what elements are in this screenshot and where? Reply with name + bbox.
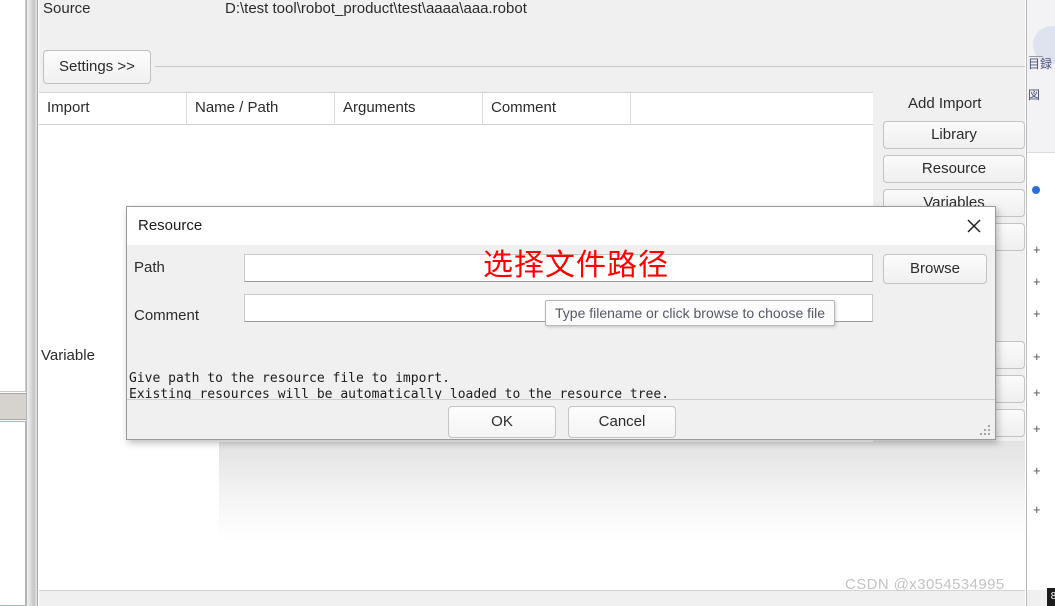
tree-expander-0[interactable]: + <box>1033 243 1041 256</box>
left-dock-tabbar[interactable]: ✕ <box>0 393 26 420</box>
rail-label-1: 目録 <box>1028 57 1053 71</box>
rail-label-2: 図 <box>1028 88 1041 102</box>
source-label: Source <box>43 0 91 17</box>
annotation-select-file-path: 选择文件路径 <box>483 248 669 283</box>
path-input-tooltip: Type filename or click browse to choose … <box>545 300 836 326</box>
column-header-comment[interactable]: Comment <box>483 93 631 125</box>
source-path-value: D:\test tool\robot_product\test\aaaa\aaa… <box>225 0 527 17</box>
variable-section-label: Variable <box>41 347 95 364</box>
settings-toggle-button[interactable]: Settings >> <box>43 50 151 84</box>
app-window: Source D:\test tool\robot_product\test\a… <box>0 0 1055 606</box>
add-import-library-button[interactable]: Library <box>883 121 1025 149</box>
csdn-watermark: CSDN @x3054534995 <box>845 576 1005 593</box>
imports-table-header-row: Import Name / Path Arguments Comment <box>39 93 873 125</box>
tree-expander-3[interactable]: + <box>1033 350 1041 363</box>
add-import-resource-button[interactable]: Resource <box>883 155 1025 183</box>
resize-grip-icon[interactable] <box>980 425 992 437</box>
right-outline-rail: 目録 図 + + + + + + + + 8 <box>1026 0 1055 606</box>
ok-button[interactable]: OK <box>448 406 556 438</box>
browse-button[interactable]: Browse <box>883 254 987 284</box>
dialog-title: Resource <box>138 217 203 234</box>
rail-separator <box>1027 152 1055 153</box>
left-dock-upper <box>0 0 26 392</box>
column-header-arguments[interactable]: Arguments <box>335 93 483 125</box>
editor-gradient-fill <box>219 441 1025 541</box>
tree-expander-5[interactable]: + <box>1033 422 1041 435</box>
close-icon[interactable] <box>961 213 987 239</box>
panel-splitter[interactable] <box>27 0 38 606</box>
tree-expander-2[interactable]: + <box>1033 307 1041 320</box>
column-header-import[interactable]: Import <box>39 93 187 125</box>
tree-expander-6[interactable]: + <box>1033 464 1041 477</box>
settings-divider <box>155 66 1025 67</box>
page-number-badge: 8 <box>1047 588 1055 606</box>
path-field-label: Path <box>134 259 165 276</box>
column-header-name-path[interactable]: Name / Path <box>187 93 335 125</box>
column-header-extra[interactable] <box>631 93 873 125</box>
left-dock-lower <box>0 421 26 606</box>
left-dock-panel: ✕ <box>0 0 27 606</box>
comment-field-label: Comment <box>134 307 200 324</box>
cancel-button[interactable]: Cancel <box>568 406 676 438</box>
add-import-title: Add Import <box>908 95 982 112</box>
rail-header: 目録 図 <box>1027 0 1055 152</box>
dialog-footer: OK Cancel <box>127 399 995 439</box>
tree-expander-4[interactable]: + <box>1033 386 1041 399</box>
rail-status-dot <box>1032 186 1040 194</box>
tree-expander-7[interactable]: + <box>1033 503 1041 516</box>
tree-expander-1[interactable]: + <box>1033 275 1041 288</box>
